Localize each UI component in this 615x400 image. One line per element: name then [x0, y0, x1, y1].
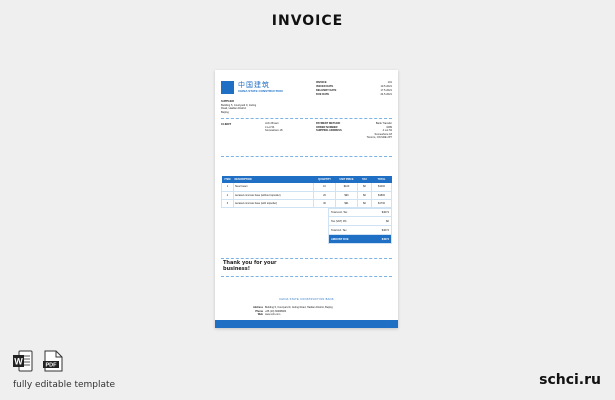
- logo-english-text: CHINA STATE CONSTRUCTION: [238, 89, 283, 93]
- col-item: ITEM: [221, 176, 234, 183]
- totals-block: Total excl. Tax $4074 Tax (VAT) 0% $0 Tota…: [328, 208, 392, 244]
- col-unit-price: UNIT PRICE: [335, 176, 358, 183]
- client-address: John Brown 4 Lot 54 Somewhere 18: [265, 122, 282, 133]
- supplier-block: SUPPLIER Building 5, Courtyard 9, Jiulin…: [221, 100, 311, 114]
- editable-template-label: fully editable template: [13, 380, 116, 390]
- footer-bar: [215, 320, 398, 328]
- col-description: DESCRIPTION: [233, 176, 314, 183]
- payment-block: PAYMENT METHOD Bank Transfer ORDER NUMBER…: [316, 122, 392, 140]
- company-logo: [221, 81, 234, 94]
- col-tax: TAX: [357, 176, 372, 183]
- tax-amount: Tax (VAT) 0% $0: [328, 217, 392, 226]
- word-icon-letter: W: [14, 357, 23, 367]
- footer-contact: Address Building 5, Courtyard 9, Jiuling …: [245, 306, 375, 317]
- col-quantity: QUANTITY: [313, 176, 336, 183]
- supplier-line: Beijing: [221, 110, 229, 114]
- thank-you-note: Thank you for your business!: [223, 260, 277, 272]
- divider: [221, 156, 392, 157]
- total-incl-tax: Total incl. Tax $4074: [328, 226, 392, 235]
- table-row: 1 Steel beam 10 $100 $0 $1000: [221, 183, 392, 192]
- client-line: Somewhere 18: [265, 129, 283, 133]
- invoice-document: 中国建筑 CHINA STATE CONSTRUCTION INVOICE 101…: [215, 70, 398, 328]
- table-row: 2 Aerated concrete base (without topsoil…: [221, 191, 392, 200]
- divider: [221, 118, 392, 119]
- shipping-line: Toronto, ON M2E 2P7: [366, 136, 392, 140]
- footer-company: CHINA STATE CONSTRUCTION BANK: [279, 298, 334, 301]
- brand-watermark: schci.ru: [539, 372, 601, 388]
- word-file-icon: W: [13, 350, 33, 372]
- footer-web: Web www.ccb.com: [257, 313, 281, 317]
- meta-row-due: DUE DATE 24.5.2021: [316, 93, 392, 96]
- divider: [221, 276, 392, 277]
- col-total: TOTAL: [371, 176, 392, 183]
- pdf-file-icon: PDF: [43, 350, 63, 372]
- pdf-icon-label: PDF: [46, 363, 58, 369]
- client-heading: CLIENT: [221, 122, 232, 126]
- items-table: ITEM DESCRIPTION QUANTITY UNIT PRICE TAX…: [221, 176, 392, 208]
- total-excl-tax: Total excl. Tax $4074: [328, 208, 392, 217]
- page-title: INVOICE: [271, 13, 344, 29]
- table-row: 3 Aerated concrete base (with topsoiler)…: [221, 199, 392, 208]
- table-header-row: ITEM DESCRIPTION QUANTITY UNIT PRICE TAX…: [221, 176, 392, 183]
- invoice-meta: INVOICE 101 ISSUED DATE 10.5.2021 DELIVERY…: [316, 81, 392, 97]
- divider: [221, 258, 392, 259]
- amount-due: AMOUNT DUE $4074: [328, 235, 392, 244]
